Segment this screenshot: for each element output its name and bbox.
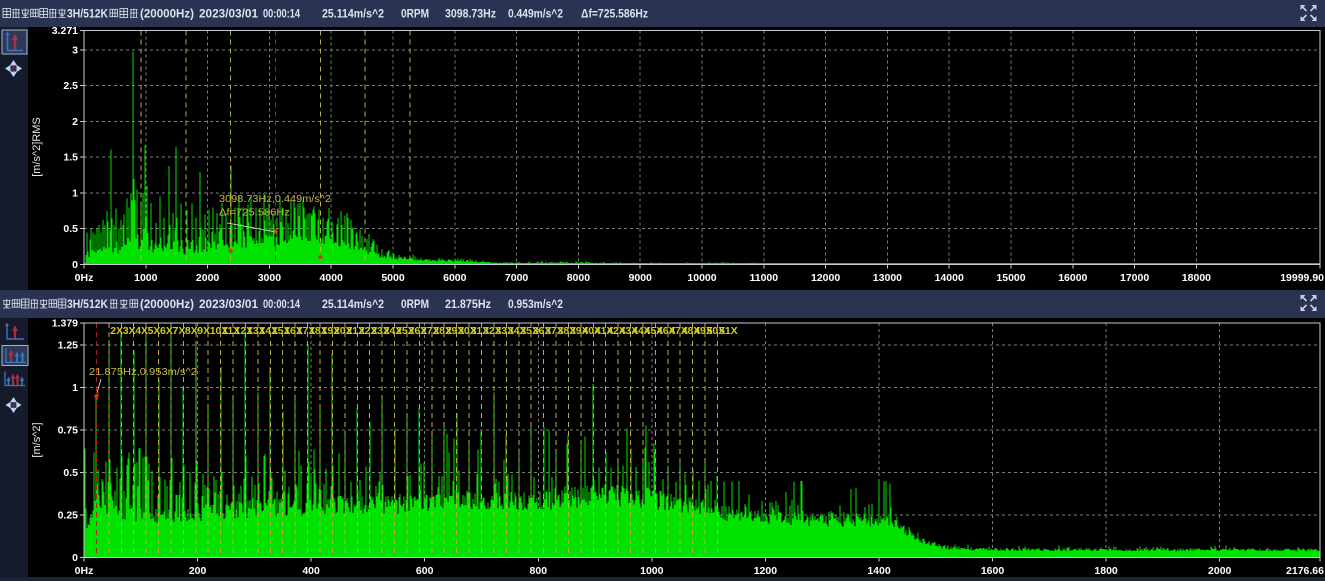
svg-text:0: 0 bbox=[72, 552, 78, 564]
svg-text:7X: 7X bbox=[173, 325, 186, 337]
svg-text:17000: 17000 bbox=[1120, 272, 1149, 284]
svg-text:1.25: 1.25 bbox=[58, 339, 79, 351]
svg-text:0RPM: 0RPM bbox=[401, 299, 429, 311]
svg-text:4000: 4000 bbox=[320, 272, 344, 284]
svg-text:1000: 1000 bbox=[640, 565, 664, 577]
svg-text:1600: 1600 bbox=[981, 565, 1005, 577]
svg-text:8X: 8X bbox=[185, 325, 198, 337]
svg-text:1200: 1200 bbox=[754, 565, 778, 577]
svg-text:00:00:14: 00:00:14 bbox=[263, 9, 300, 21]
svg-text:0.953m/s^2: 0.953m/s^2 bbox=[508, 299, 563, 311]
svg-text:15000: 15000 bbox=[996, 272, 1025, 284]
svg-text:0.5: 0.5 bbox=[63, 467, 78, 479]
svg-text:1400: 1400 bbox=[867, 565, 891, 577]
svg-text:1: 1 bbox=[72, 382, 78, 394]
svg-text:2176.66: 2176.66 bbox=[1286, 565, 1324, 577]
svg-text:6X: 6X bbox=[160, 325, 173, 337]
svg-text:25.114m/s^2: 25.114m/s^2 bbox=[322, 299, 384, 311]
svg-text:19999.90: 19999.90 bbox=[1280, 272, 1324, 284]
svg-text:0: 0 bbox=[72, 259, 78, 271]
svg-text:400: 400 bbox=[302, 565, 320, 577]
svg-text:Δf=725.586Hz: Δf=725.586Hz bbox=[581, 9, 648, 21]
svg-text:0.75: 0.75 bbox=[58, 425, 79, 437]
svg-text:800: 800 bbox=[530, 565, 548, 577]
svg-text:(20000Hz): (20000Hz) bbox=[140, 9, 194, 21]
svg-text:21.875Hz: 21.875Hz bbox=[445, 299, 491, 311]
svg-text:1800: 1800 bbox=[1094, 565, 1118, 577]
svg-text:Δf=725.586Hz: Δf=725.586Hz bbox=[219, 207, 290, 219]
svg-text:8000: 8000 bbox=[567, 272, 591, 284]
svg-text:5000: 5000 bbox=[381, 272, 405, 284]
svg-text:1: 1 bbox=[72, 188, 78, 200]
svg-text:2.5: 2.5 bbox=[63, 80, 78, 92]
svg-text:2: 2 bbox=[72, 116, 78, 128]
svg-text:3X: 3X bbox=[123, 325, 136, 337]
svg-text:3098.73Hz,0.449m/s^2: 3098.73Hz,0.449m/s^2 bbox=[219, 193, 331, 205]
svg-text:[m/s^2]RMS: [m/s^2]RMS bbox=[31, 117, 43, 177]
svg-text:3: 3 bbox=[72, 44, 78, 56]
svg-text:11000: 11000 bbox=[749, 272, 778, 284]
svg-text:18000: 18000 bbox=[1182, 272, 1211, 284]
svg-text:(20000Hz): (20000Hz) bbox=[140, 299, 194, 311]
svg-text:3H/512K: 3H/512K bbox=[67, 299, 109, 311]
svg-text:0.5: 0.5 bbox=[63, 223, 78, 235]
svg-text:21.875Hz,0.953m/s^2: 21.875Hz,0.953m/s^2 bbox=[89, 366, 197, 378]
svg-text:1.379: 1.379 bbox=[52, 318, 78, 330]
svg-text:3.271: 3.271 bbox=[52, 25, 78, 37]
svg-text:0RPM: 0RPM bbox=[401, 9, 429, 21]
svg-text:0Hz: 0Hz bbox=[75, 565, 94, 577]
svg-text:1000: 1000 bbox=[134, 272, 158, 284]
svg-text:600: 600 bbox=[416, 565, 434, 577]
svg-text:51X: 51X bbox=[719, 325, 738, 337]
svg-text:2000: 2000 bbox=[1208, 565, 1232, 577]
svg-text:13000: 13000 bbox=[873, 272, 902, 284]
svg-text:7000: 7000 bbox=[505, 272, 529, 284]
svg-text:4X: 4X bbox=[135, 325, 148, 337]
svg-text:2023/03/01: 2023/03/01 bbox=[199, 299, 259, 311]
svg-text:0.449m/s^2: 0.449m/s^2 bbox=[508, 9, 563, 21]
svg-text:2X: 2X bbox=[110, 325, 123, 337]
svg-text:25.114m/s^2: 25.114m/s^2 bbox=[322, 9, 384, 21]
svg-text:12000: 12000 bbox=[811, 272, 840, 284]
svg-text:5X: 5X bbox=[148, 325, 161, 337]
svg-text:3H/512K: 3H/512K bbox=[67, 9, 109, 21]
svg-text:3098.73Hz: 3098.73Hz bbox=[445, 9, 496, 21]
svg-text:9000: 9000 bbox=[629, 272, 653, 284]
svg-text:200: 200 bbox=[189, 565, 207, 577]
svg-text:0.25: 0.25 bbox=[58, 510, 79, 522]
svg-text:14000: 14000 bbox=[935, 272, 964, 284]
svg-text:3000: 3000 bbox=[258, 272, 282, 284]
svg-text:6000: 6000 bbox=[443, 272, 467, 284]
svg-text:00:00:14: 00:00:14 bbox=[263, 299, 300, 311]
svg-text:9X: 9X bbox=[197, 325, 210, 337]
svg-text:1.5: 1.5 bbox=[63, 152, 78, 164]
svg-text:2023/03/01: 2023/03/01 bbox=[199, 9, 259, 21]
svg-text:10000: 10000 bbox=[687, 272, 716, 284]
svg-text:2000: 2000 bbox=[196, 272, 220, 284]
svg-text:0Hz: 0Hz bbox=[75, 272, 94, 284]
svg-text:16000: 16000 bbox=[1058, 272, 1087, 284]
svg-text:[m/s^2]: [m/s^2] bbox=[31, 422, 43, 457]
